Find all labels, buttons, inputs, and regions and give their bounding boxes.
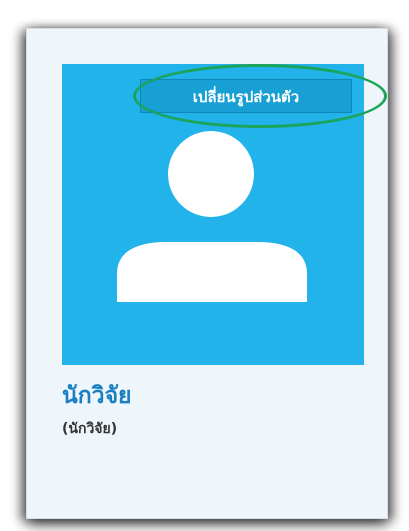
page: เปลี่ยนรูปส่วนตัว นักวิจัย (นักวิจัย) bbox=[0, 0, 409, 531]
profile-name: นักวิจัย bbox=[62, 383, 132, 409]
change-profile-photo-button[interactable]: เปลี่ยนรูปส่วนตัว bbox=[140, 79, 352, 113]
profile-role: (นักวิจัย) bbox=[62, 421, 118, 437]
